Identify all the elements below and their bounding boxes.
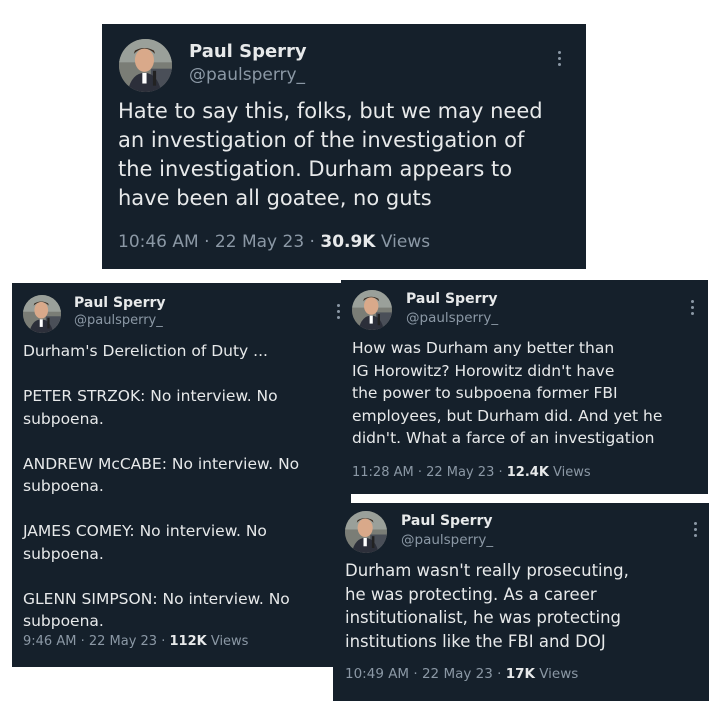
tweet-meta: 10:46 AM · 22 May 23 · 30.9K Views bbox=[118, 232, 430, 252]
author-handle[interactable]: @paulsperry_ bbox=[189, 65, 305, 85]
author-handle[interactable]: @paulsperry_ bbox=[74, 313, 163, 328]
views-count: 12.4K bbox=[506, 465, 549, 480]
tweet-meta: 11:28 AM · 22 May 23 · 12.4K Views bbox=[352, 465, 591, 480]
tweet-date[interactable]: 22 May 23 bbox=[426, 465, 494, 480]
tweet-date[interactable]: 22 May 23 bbox=[215, 232, 304, 252]
views-count: 112K bbox=[169, 634, 207, 649]
tweet-date[interactable]: 22 May 23 bbox=[89, 634, 157, 649]
tweet-meta: 9:46 AM · 22 May 23 · 112K Views bbox=[23, 634, 248, 649]
more-vertical-icon[interactable] bbox=[694, 522, 698, 540]
tweet-card[interactable]: Paul Sperry @paulsperry_ Durham's Dereli… bbox=[12, 283, 351, 667]
avatar[interactable] bbox=[119, 39, 172, 92]
tweet-time[interactable]: 11:28 AM bbox=[352, 465, 414, 480]
author-name[interactable]: Paul Sperry bbox=[189, 41, 307, 62]
meta-separator: · bbox=[409, 666, 422, 682]
avatar-image bbox=[352, 290, 392, 330]
tweet-collage: Paul Sperry @paulsperry_ Hate to say thi… bbox=[0, 0, 710, 712]
tweet-text: Durham wasn't really prosecuting, he was… bbox=[345, 561, 629, 651]
tweet-time[interactable]: 10:46 AM bbox=[118, 232, 199, 252]
meta-separator: · bbox=[304, 232, 321, 252]
meta-separator: · bbox=[413, 465, 427, 480]
avatar-image bbox=[23, 295, 61, 333]
tweet-text: Hate to say this, folks, but we may need… bbox=[118, 99, 543, 210]
tweet-date[interactable]: 22 May 23 bbox=[422, 666, 493, 682]
views-label: Views bbox=[534, 666, 579, 682]
author-handle[interactable]: @paulsperry_ bbox=[401, 532, 493, 548]
tweet-time[interactable]: 10:49 AM bbox=[345, 666, 409, 682]
avatar-image bbox=[345, 511, 387, 553]
author-name[interactable]: Paul Sperry bbox=[74, 295, 166, 311]
meta-separator: · bbox=[494, 465, 507, 480]
tweet-card[interactable]: Paul Sperry @paulsperry_ Durham wasn't r… bbox=[333, 503, 709, 701]
author-name[interactable]: Paul Sperry bbox=[401, 513, 493, 529]
tweet-card[interactable]: Paul Sperry @paulsperry_ Hate to say thi… bbox=[102, 24, 586, 269]
avatar-image bbox=[119, 39, 172, 92]
tweet-text: Durham's Dereliction of Duty ... PETER S… bbox=[23, 342, 300, 630]
meta-separator: · bbox=[492, 666, 506, 682]
author-handle[interactable]: @paulsperry_ bbox=[406, 310, 498, 326]
views-label: Views bbox=[375, 232, 431, 252]
tweet-text: How was Durham any better than IG Horowi… bbox=[352, 339, 663, 447]
meta-separator: · bbox=[157, 634, 170, 649]
avatar[interactable] bbox=[352, 290, 392, 330]
views-count: 17K bbox=[505, 666, 535, 682]
more-vertical-icon[interactable] bbox=[691, 300, 695, 318]
tweet-time[interactable]: 9:46 AM bbox=[23, 634, 76, 649]
views-count: 30.9K bbox=[320, 232, 376, 252]
views-label: Views bbox=[206, 634, 249, 649]
meta-separator: · bbox=[76, 634, 89, 649]
avatar[interactable] bbox=[345, 511, 387, 553]
avatar[interactable] bbox=[23, 295, 61, 333]
tweet-card[interactable]: Paul Sperry @paulsperry_ How was Durham … bbox=[341, 280, 708, 494]
author-name[interactable]: Paul Sperry bbox=[406, 291, 498, 307]
tweet-meta: 10:49 AM · 22 May 23 · 17K Views bbox=[345, 666, 578, 682]
more-vertical-icon[interactable] bbox=[558, 51, 562, 69]
meta-separator: · bbox=[198, 232, 215, 252]
views-label: Views bbox=[548, 465, 591, 480]
